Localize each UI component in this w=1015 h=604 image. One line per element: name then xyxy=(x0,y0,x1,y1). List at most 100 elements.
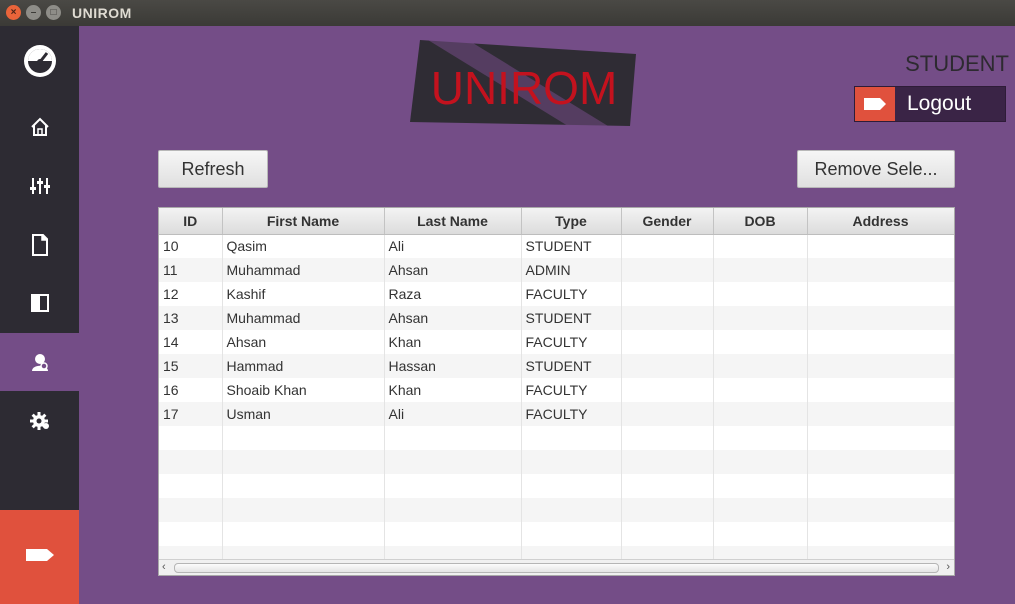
table-cell: Hammad xyxy=(222,354,385,378)
table-cell xyxy=(807,378,954,402)
table-cell: Hassan xyxy=(384,354,522,378)
table-cell xyxy=(713,330,808,354)
logout-label: Logout xyxy=(907,92,972,115)
table-cell: FACULTY xyxy=(521,330,622,354)
table-cell xyxy=(807,330,954,354)
window-close-button[interactable]: × xyxy=(6,5,21,20)
table-row[interactable]: 12 Kashif Raza FACULTY xyxy=(159,282,954,306)
table-cell xyxy=(621,522,714,546)
sidebar-item-home[interactable] xyxy=(0,98,79,156)
remove-selected-button[interactable]: Remove Sele... xyxy=(797,150,955,188)
refresh-button[interactable]: Refresh xyxy=(158,150,268,188)
table-cell xyxy=(807,522,954,546)
table-cell: FACULTY xyxy=(521,282,622,306)
table-row[interactable]: 11 Muhammad Ahsan ADMIN xyxy=(159,258,954,282)
empty-table-row[interactable] xyxy=(159,426,954,450)
window-title: UNIROM xyxy=(72,5,132,21)
window-maximize-button[interactable]: □ xyxy=(46,5,61,20)
table-cell xyxy=(384,498,522,522)
table-cell xyxy=(621,306,714,330)
table-cell xyxy=(621,282,714,306)
logout-button[interactable]: Logout xyxy=(854,86,1006,122)
table-row[interactable]: 13 Muhammad Ahsan STUDENT xyxy=(159,306,954,330)
horizontal-scrollbar[interactable]: ‹ › xyxy=(159,559,954,575)
table-cell xyxy=(621,330,714,354)
table-header-row: ID First Name Last Name Type Gender DOB Addres… xyxy=(159,208,954,235)
logout-icon xyxy=(25,547,55,568)
dashboard-icon xyxy=(22,43,58,79)
table-cell xyxy=(222,426,385,450)
table-cell: Muhammad xyxy=(222,258,385,282)
scroll-left-icon[interactable]: ‹ xyxy=(162,561,166,573)
table-cell: STUDENT xyxy=(521,354,622,378)
column-header[interactable]: Address xyxy=(807,208,954,235)
table-cell: STUDENT xyxy=(521,306,622,330)
empty-table-row[interactable] xyxy=(159,498,954,522)
column-header[interactable]: Type xyxy=(521,208,622,235)
scrollbar-thumb[interactable] xyxy=(174,563,939,573)
table-cell: Qasim xyxy=(222,234,385,258)
column-header[interactable]: First Name xyxy=(222,208,385,235)
table-cell xyxy=(621,258,714,282)
sidebar-item-dashboard[interactable] xyxy=(0,32,79,90)
sidebar-item-settings-sliders[interactable] xyxy=(0,157,79,215)
column-header[interactable]: Gender xyxy=(621,208,714,235)
table-cell xyxy=(222,498,385,522)
table-cell: Khan xyxy=(384,378,522,402)
table-cell xyxy=(159,450,223,474)
empty-table-row[interactable] xyxy=(159,450,954,474)
table-row[interactable]: 17 Usman Ali FACULTY xyxy=(159,402,954,426)
table-row[interactable]: 15 Hammad Hassan STUDENT xyxy=(159,354,954,378)
column-header[interactable]: ID xyxy=(159,208,223,235)
scroll-right-icon[interactable]: › xyxy=(946,561,950,573)
table-cell xyxy=(621,378,714,402)
table-cell xyxy=(159,522,223,546)
sidebar-item-configuration[interactable] xyxy=(0,392,79,450)
table-cell: 10 xyxy=(159,234,223,258)
table-cell xyxy=(713,234,808,258)
table-cell xyxy=(222,522,385,546)
table-cell: ADMIN xyxy=(521,258,622,282)
table-cell xyxy=(384,474,522,498)
sidebar-item-courses[interactable] xyxy=(0,274,79,332)
sidebar-item-documents[interactable] xyxy=(0,216,79,274)
table-cell xyxy=(621,450,714,474)
user-role-label: STUDENT xyxy=(905,51,1009,76)
column-header[interactable]: Last Name xyxy=(384,208,522,235)
table-row[interactable]: 14 Ahsan Khan FACULTY xyxy=(159,330,954,354)
table-cell: 16 xyxy=(159,378,223,402)
table-row[interactable]: 16 Shoaib Khan Khan FACULTY xyxy=(159,378,954,402)
table-cell xyxy=(713,258,808,282)
table-cell xyxy=(807,354,954,378)
table-cell: Usman xyxy=(222,402,385,426)
table-row[interactable]: 10 Qasim Ali STUDENT xyxy=(159,234,954,258)
table-cell xyxy=(521,522,622,546)
table-cell xyxy=(621,402,714,426)
unirom-logo: UNIROM xyxy=(408,38,638,130)
table-cell xyxy=(713,402,808,426)
empty-table-row[interactable] xyxy=(159,522,954,546)
table-cell xyxy=(521,474,622,498)
window-minimize-button[interactable]: – xyxy=(26,5,41,20)
table-cell xyxy=(521,426,622,450)
table-cell: 14 xyxy=(159,330,223,354)
users-table[interactable]: ID First Name Last Name Type Gender DOB Addres… xyxy=(158,207,955,576)
column-header[interactable]: DOB xyxy=(713,208,808,235)
table-cell: 12 xyxy=(159,282,223,306)
table-cell xyxy=(807,450,954,474)
table-cell: Ali xyxy=(384,234,522,258)
table-cell xyxy=(807,498,954,522)
sidebar-item-users[interactable] xyxy=(0,333,79,391)
title-bar: × – □ UNIROM xyxy=(0,0,1015,26)
empty-table-row[interactable] xyxy=(159,474,954,498)
gear-icon xyxy=(29,411,50,431)
table-cell xyxy=(621,474,714,498)
table-cell xyxy=(222,474,385,498)
sidebar-logout-button[interactable] xyxy=(0,510,79,604)
table-cell xyxy=(159,498,223,522)
table-cell xyxy=(621,234,714,258)
table-cell: Ahsan xyxy=(384,306,522,330)
table-cell xyxy=(521,498,622,522)
table-cell xyxy=(807,306,954,330)
table-cell xyxy=(807,402,954,426)
